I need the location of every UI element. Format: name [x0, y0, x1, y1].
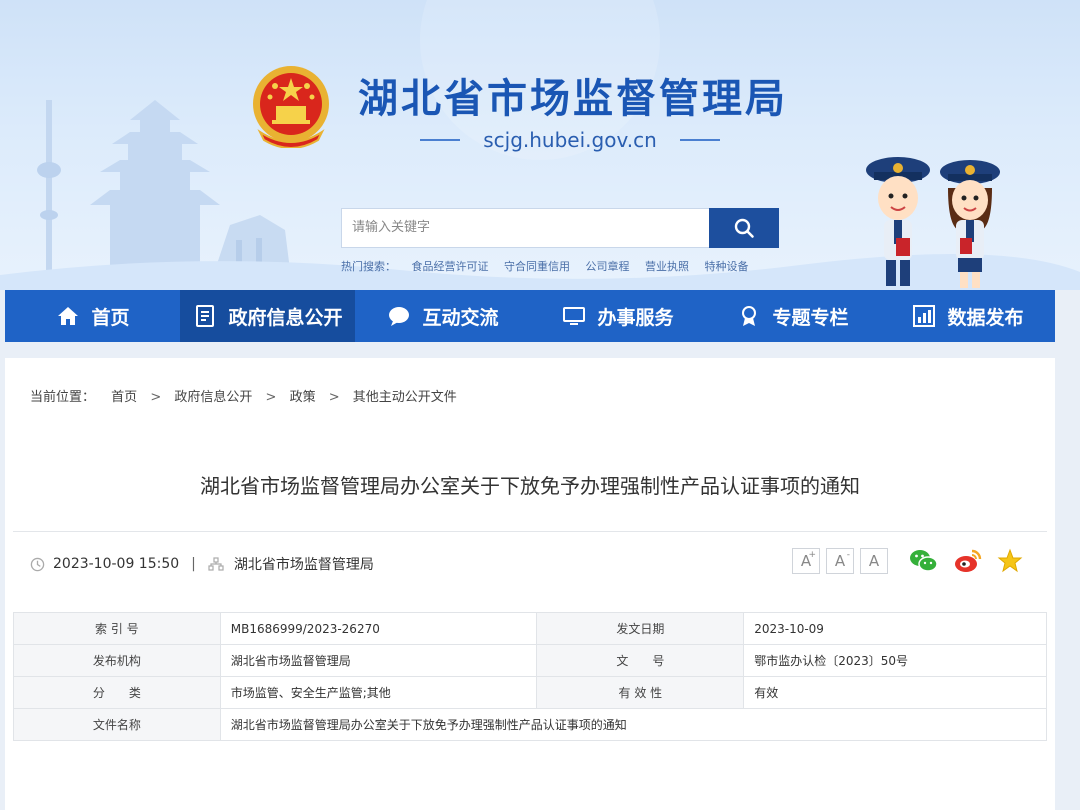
nav-item-home[interactable]: 首页	[5, 290, 180, 342]
main-nav: 首页 政府信息公开 互动交流 办事服务 专题专栏 数据发布	[5, 290, 1055, 342]
breadcrumb-separator: >	[328, 390, 340, 405]
bar-chart-icon	[911, 303, 937, 329]
hot-search-term[interactable]: 守合同重信用	[504, 260, 570, 273]
table-row: 分 类 市场监管、安全生产监管;其他 有 效 性 有效	[13, 676, 1047, 709]
url-right-rule	[680, 139, 720, 141]
breadcrumb-item[interactable]: 政府信息公开	[174, 390, 252, 405]
site-url[interactable]: scjg.hubei.gov.cn	[420, 128, 720, 152]
mascot-officers-illustration	[866, 157, 1000, 288]
hot-search-term[interactable]: 公司章程	[586, 260, 630, 273]
breadcrumb-separator: >	[265, 390, 277, 405]
weibo-icon[interactable]	[953, 548, 983, 574]
field-label: 文件名称	[13, 708, 221, 741]
organization-icon	[208, 557, 224, 571]
table-row: 文件名称 湖北省市场监督管理局办公室关于下放免予办理强制性产品认证事项的通知	[13, 708, 1048, 741]
field-label: 分 类	[13, 676, 221, 709]
font-size-label: A	[834, 552, 846, 570]
breadcrumb-item[interactable]: 政策	[290, 390, 316, 405]
article-title: 湖北省市场监督管理局办公室关于下放免予办理强制性产品认证事项的通知	[200, 474, 860, 498]
site-title: 湖北省市场监督管理局	[358, 76, 788, 122]
field-value: 湖北省市场监督管理局办公室关于下放免予办理强制性产品认证事项的通知	[219, 708, 1048, 741]
home-icon	[55, 303, 81, 329]
hot-search-bar: 热门搜索： 食品经营许可证 守合同重信用 公司章程 营业执照 特种设备	[341, 258, 761, 274]
document-info-table: 索 引 号 MB1686999/2023-26270 发文日期 2023-10-…	[13, 612, 1048, 741]
nav-item-interaction[interactable]: 互动交流	[355, 290, 530, 342]
chat-bubble-icon	[386, 303, 412, 329]
search-button[interactable]	[709, 208, 779, 248]
breadcrumb-item[interactable]: 其他主动公开文件	[353, 390, 457, 405]
nav-label: 互动交流	[422, 306, 499, 329]
favorite-star-icon[interactable]	[997, 548, 1023, 574]
font-decrease-button[interactable]: A-	[826, 548, 854, 574]
table-row: 索 引 号 MB1686999/2023-26270 发文日期 2023-10-…	[13, 612, 1047, 645]
font-size-label: A	[868, 552, 880, 570]
hot-search-term[interactable]: 特种设备	[705, 260, 749, 273]
document-list-icon	[192, 303, 218, 329]
meta-separator: |	[191, 556, 196, 572]
field-value: MB1686999/2023-26270	[219, 612, 538, 645]
nav-label: 数据发布	[947, 306, 1024, 329]
article-panel: 当前位置： 首页 > 政府信息公开 > 政策 > 其他主动公开文件 湖北省市场监…	[5, 358, 1055, 810]
nav-label: 政府信息公开	[228, 306, 343, 329]
field-label: 文 号	[536, 644, 745, 677]
table-row: 发布机构 湖北省市场监督管理局 文 号 鄂市监办认检〔2023〕50号	[13, 644, 1047, 677]
nav-label: 办事服务	[597, 306, 674, 329]
field-value: 有效	[743, 676, 1047, 709]
share-bar	[909, 548, 1023, 574]
breadcrumb-label: 当前位置：	[30, 390, 96, 405]
monitor-icon	[561, 303, 587, 329]
field-label: 发文日期	[536, 612, 745, 645]
nav-item-gov-info[interactable]: 政府信息公开	[180, 290, 355, 342]
field-label: 索 引 号	[13, 612, 221, 645]
font-size-controls: A + A- A	[792, 548, 888, 574]
font-increase-button[interactable]: A +	[792, 548, 820, 574]
site-url-group: scjg.hubei.gov.cn	[420, 126, 720, 154]
article-meta: 2023-10-09 15:50 | 湖北省市场监督管理局	[30, 554, 374, 574]
field-label: 发布机构	[13, 644, 221, 677]
hot-search-label: 热门搜索：	[341, 260, 396, 273]
field-value: 鄂市监办认检〔2023〕50号	[743, 644, 1047, 677]
breadcrumb-separator: >	[150, 390, 162, 405]
hot-search-term[interactable]: 营业执照	[645, 260, 689, 273]
nav-item-services[interactable]: 办事服务	[530, 290, 705, 342]
field-value: 市场监管、安全生产监管;其他	[219, 676, 538, 709]
search-icon	[734, 218, 754, 238]
nav-label: 首页	[91, 306, 130, 329]
field-value: 湖北省市场监督管理局	[219, 644, 538, 677]
breadcrumb-item[interactable]: 首页	[111, 390, 137, 405]
nav-item-topics[interactable]: 专题专栏	[705, 290, 880, 342]
clock-icon	[30, 557, 45, 571]
nav-label: 专题专栏	[772, 306, 849, 329]
field-label: 有 效 性	[536, 676, 745, 709]
national-emblem-icon	[253, 66, 329, 148]
font-reset-button[interactable]: A	[860, 548, 888, 574]
publish-datetime: 2023-10-09 15:50	[53, 556, 180, 572]
field-value: 2023-10-09	[743, 612, 1047, 645]
site-header: 湖北省市场监督管理局 scjg.hubei.gov.cn 请输入关键字 热门搜索…	[0, 0, 1080, 290]
wechat-icon[interactable]	[909, 548, 939, 574]
breadcrumb: 当前位置： 首页 > 政府信息公开 > 政策 > 其他主动公开文件	[30, 386, 457, 405]
title-divider	[13, 531, 1047, 532]
article-source: 湖北省市场监督管理局	[233, 557, 374, 573]
search-input[interactable]: 请输入关键字	[341, 208, 709, 248]
award-ribbon-icon	[736, 303, 762, 329]
hot-search-term[interactable]: 食品经营许可证	[412, 260, 489, 273]
nav-item-data[interactable]: 数据发布	[880, 290, 1055, 342]
